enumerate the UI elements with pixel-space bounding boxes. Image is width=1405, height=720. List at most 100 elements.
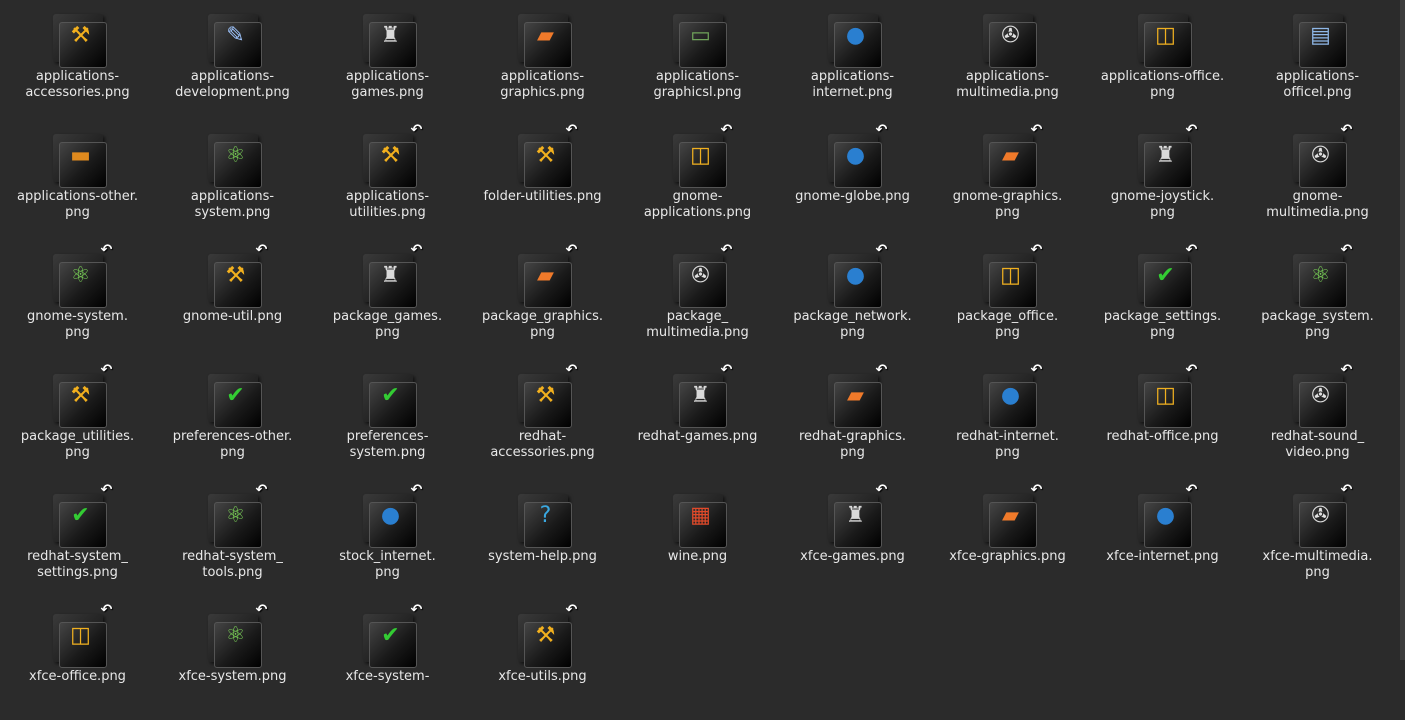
folder-icon: ♜ [353, 6, 423, 68]
folder-icon: ◫ ↶ [43, 602, 113, 668]
clapper-icon: ✇ [1001, 23, 1020, 48]
file-item[interactable]: ♜ ↶ redhat-games.png [620, 360, 775, 480]
folder-icon: ✇ ↶ [1283, 482, 1353, 548]
file-name-label: gnome-joystick. png [1110, 189, 1215, 220]
file-item[interactable]: ? system-help.png [465, 480, 620, 600]
file-item[interactable]: ◫ applications-office. png [1085, 0, 1240, 120]
file-item[interactable]: ✎ applications- development.png [155, 0, 310, 120]
file-item[interactable]: ✔ ↶ redhat-system_ settings.png [0, 480, 155, 600]
file-item[interactable]: ◫ ↶ redhat-office.png [1085, 360, 1240, 480]
drill-icon: ⚒ [70, 383, 91, 408]
folder-icon: ✔ [198, 366, 268, 428]
joystick-icon: ♜ [1155, 143, 1176, 168]
symlink-arrow-icon: ↶ [1030, 482, 1043, 498]
file-item[interactable]: ✔ ↶ xfce-system- [310, 600, 465, 720]
file-item[interactable]: ✇ applications- multimedia.png [930, 0, 1085, 120]
office-icon: ◫ [1155, 383, 1176, 408]
file-name-label: redhat- accessories.png [490, 429, 595, 460]
file-item[interactable]: ◫ ↶ gnome- applications.png [620, 120, 775, 240]
file-name-label: redhat-games.png [637, 429, 758, 444]
file-item[interactable]: ✔ ↶ package_settings. png [1085, 240, 1240, 360]
file-item[interactable]: ⚛ ↶ package_system. png [1240, 240, 1395, 360]
scrollbar-thumb[interactable] [1400, 0, 1405, 660]
file-item[interactable]: ⚛ ↶ xfce-system.png [155, 600, 310, 720]
file-item[interactable]: ● ↶ stock_internet. png [310, 480, 465, 600]
file-item[interactable]: ▰ applications- graphics.png [465, 0, 620, 120]
file-item[interactable]: ● ↶ package_network. png [775, 240, 930, 360]
file-item[interactable]: ▬ applications-other. png [0, 120, 155, 240]
file-item[interactable]: ✇ ↶ redhat-sound_ video.png [1240, 360, 1395, 480]
file-item[interactable]: ⚒ applications- accessories.png [0, 0, 155, 120]
file-item[interactable]: ⚒ ↶ xfce-utils.png [465, 600, 620, 720]
file-item[interactable]: ▰ ↶ gnome-graphics. png [930, 120, 1085, 240]
file-item[interactable]: ♜ applications- games.png [310, 0, 465, 120]
symlink-arrow-icon: ↶ [100, 602, 113, 618]
folder-icon: ⚒ ↶ [353, 122, 423, 188]
file-item[interactable]: ✇ ↶ package_ multimedia.png [620, 240, 775, 360]
file-item[interactable]: ● ↶ gnome-globe.png [775, 120, 930, 240]
folder-icon: ◫ ↶ [663, 122, 733, 188]
file-item[interactable]: ▰ ↶ package_graphics. png [465, 240, 620, 360]
symlink-arrow-icon: ↶ [1340, 482, 1353, 498]
joystick-icon: ♜ [845, 503, 866, 528]
file-item[interactable]: ✇ ↶ xfce-multimedia. png [1240, 480, 1395, 600]
folder-icon: ⚛ ↶ [198, 482, 268, 548]
symlink-arrow-icon: ↶ [410, 122, 423, 138]
folder-icon: ⚒ ↶ [508, 602, 578, 668]
file-name-label: redhat-system_ settings.png [27, 549, 128, 580]
file-name-label: preferences- system.png [346, 429, 429, 460]
file-item[interactable]: ♜ ↶ package_games. png [310, 240, 465, 360]
symlink-arrow-icon: ↶ [1185, 242, 1198, 258]
file-item[interactable]: ⚛ ↶ gnome-system. png [0, 240, 155, 360]
file-item[interactable]: ● ↶ xfce-internet.png [1085, 480, 1240, 600]
drill-icon: ⚒ [380, 143, 401, 168]
file-name-label: xfce-system.png [178, 669, 287, 684]
folder-icon: ⚒ ↶ [508, 122, 578, 188]
file-item[interactable]: ⚒ ↶ folder-utilities.png [465, 120, 620, 240]
file-item[interactable]: ♜ ↶ gnome-joystick. png [1085, 120, 1240, 240]
checkmark-icon: ✔ [381, 623, 400, 648]
file-item[interactable]: ▭ applications- graphicsl.png [620, 0, 775, 120]
file-name-label: applications- multimedia.png [956, 69, 1059, 100]
file-name-label: system-help.png [488, 549, 597, 564]
file-item[interactable]: ● ↶ redhat-internet. png [930, 360, 1085, 480]
file-item[interactable]: ⚒ ↶ applications- utilities.png [310, 120, 465, 240]
file-item[interactable]: ● applications- internet.png [775, 0, 930, 120]
drill-icon: ⚒ [225, 263, 246, 288]
symlink-arrow-icon: ↶ [1340, 362, 1353, 378]
atom-icon: ⚛ [225, 143, 246, 168]
checkmark-icon: ✔ [381, 383, 400, 408]
symlink-arrow-icon: ↶ [1185, 482, 1198, 498]
folder-icon: ? [508, 486, 578, 548]
file-item[interactable]: ✔ preferences- system.png [310, 360, 465, 480]
file-item[interactable]: ⚛ ↶ redhat-system_ tools.png [155, 480, 310, 600]
atom-icon: ⚛ [1310, 263, 1331, 288]
file-name-label: xfce-internet.png [1106, 549, 1219, 564]
file-item[interactable]: ✇ ↶ gnome- multimedia.png [1240, 120, 1395, 240]
file-item[interactable]: ◫ ↶ xfce-office.png [0, 600, 155, 720]
folder-icon: ● ↶ [973, 362, 1043, 428]
file-item[interactable]: ▦ wine.png [620, 480, 775, 600]
file-item[interactable]: ♜ ↶ xfce-games.png [775, 480, 930, 600]
file-name-label: applications- graphicsl.png [653, 69, 742, 100]
file-item[interactable]: ⚒ ↶ gnome-util.png [155, 240, 310, 360]
file-item[interactable]: ▤ applications- officel.png [1240, 0, 1395, 120]
folder-icon: ▰ ↶ [973, 122, 1043, 188]
file-item[interactable]: ⚛ applications- system.png [155, 120, 310, 240]
vertical-scrollbar[interactable] [1400, 0, 1405, 684]
file-item[interactable]: ▰ ↶ xfce-graphics.png [930, 480, 1085, 600]
file-item[interactable]: ⚒ ↶ package_utilities. png [0, 360, 155, 480]
symlink-arrow-icon: ↶ [875, 482, 888, 498]
folder-icon: ✇ ↶ [1283, 362, 1353, 428]
file-name-label: xfce-utils.png [498, 669, 587, 684]
file-item[interactable]: ▰ ↶ redhat-graphics. png [775, 360, 930, 480]
file-item[interactable]: ⚒ ↶ redhat- accessories.png [465, 360, 620, 480]
wine-icon: ▦ [690, 503, 711, 528]
symlink-arrow-icon: ↶ [255, 482, 268, 498]
checkmark-icon: ✔ [1156, 263, 1175, 288]
file-item[interactable]: ◫ ↶ package_office. png [930, 240, 1085, 360]
file-item[interactable]: ✔ preferences-other. png [155, 360, 310, 480]
globe-icon: ● [845, 263, 866, 288]
file-name-label: applications- games.png [345, 69, 430, 100]
file-name-label: package_ multimedia.png [646, 309, 749, 340]
